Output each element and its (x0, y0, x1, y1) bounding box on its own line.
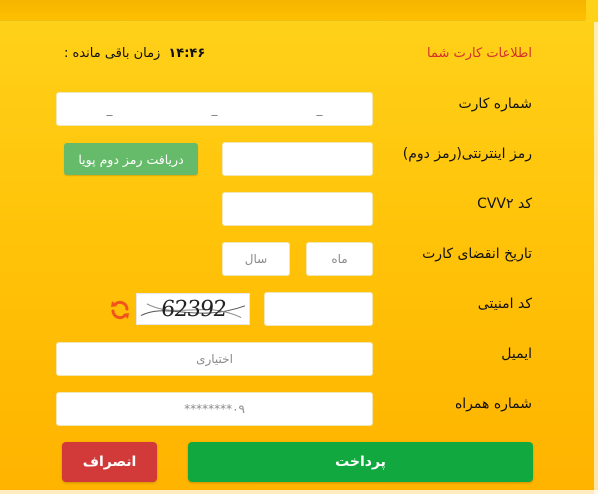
cvv2-label: کد CVV۲ (477, 196, 532, 212)
email-label: ایمیل (501, 346, 532, 362)
timer-label: زمان باقی مانده : (64, 46, 161, 61)
internet-password-input[interactable] (222, 142, 373, 176)
right-edge (594, 22, 598, 494)
card-number-separator: _ (211, 102, 218, 116)
captcha-text: 62392 (159, 296, 227, 322)
card-number-separator: _ (106, 102, 113, 116)
mobile-placeholder: ۰۹******** (184, 402, 245, 416)
expiry-label: تاریخ انقضای کارت (422, 246, 532, 262)
expiry-month-input[interactable]: ماه (306, 242, 373, 276)
card-number-input[interactable]: _ _ _ (56, 92, 373, 126)
refresh-icon[interactable] (108, 298, 132, 322)
expiry-year-placeholder: سال (244, 252, 268, 266)
bottom-edge (0, 490, 598, 494)
mobile-input[interactable]: ۰۹******** (56, 392, 373, 426)
captcha-input[interactable] (264, 292, 373, 326)
email-placeholder: اختیاری (196, 352, 233, 366)
pay-button[interactable]: پرداخت (188, 442, 533, 482)
mobile-label: شماره همراه (454, 396, 532, 412)
cvv2-input[interactable] (222, 192, 373, 226)
form-title: اطلاعات کارت شما (427, 46, 532, 61)
card-number-label: شماره کارت (458, 96, 532, 112)
captcha-label: کد امنیتی (477, 296, 532, 312)
expiry-month-placeholder: ماه (331, 252, 348, 266)
payment-form: اطلاعات کارت شما ۱۴:۴۶ زمان باقی مانده :… (0, 0, 598, 494)
expiry-year-input[interactable]: سال (222, 242, 290, 276)
top-strip (0, 0, 586, 20)
card-number-separator: _ (316, 102, 323, 116)
cancel-button[interactable]: انصراف (62, 442, 157, 482)
timer-value: ۱۴:۴۶ (168, 46, 206, 61)
get-dynamic-password-button[interactable]: دریافت رمز دوم پویا (64, 143, 198, 175)
captcha-image: 62392 (136, 293, 250, 325)
internet-password-label: رمز اینترنتی(رمز دوم) (402, 146, 532, 162)
countdown-timer: ۱۴:۴۶ زمان باقی مانده : (64, 46, 205, 61)
email-input[interactable]: اختیاری (56, 342, 373, 376)
